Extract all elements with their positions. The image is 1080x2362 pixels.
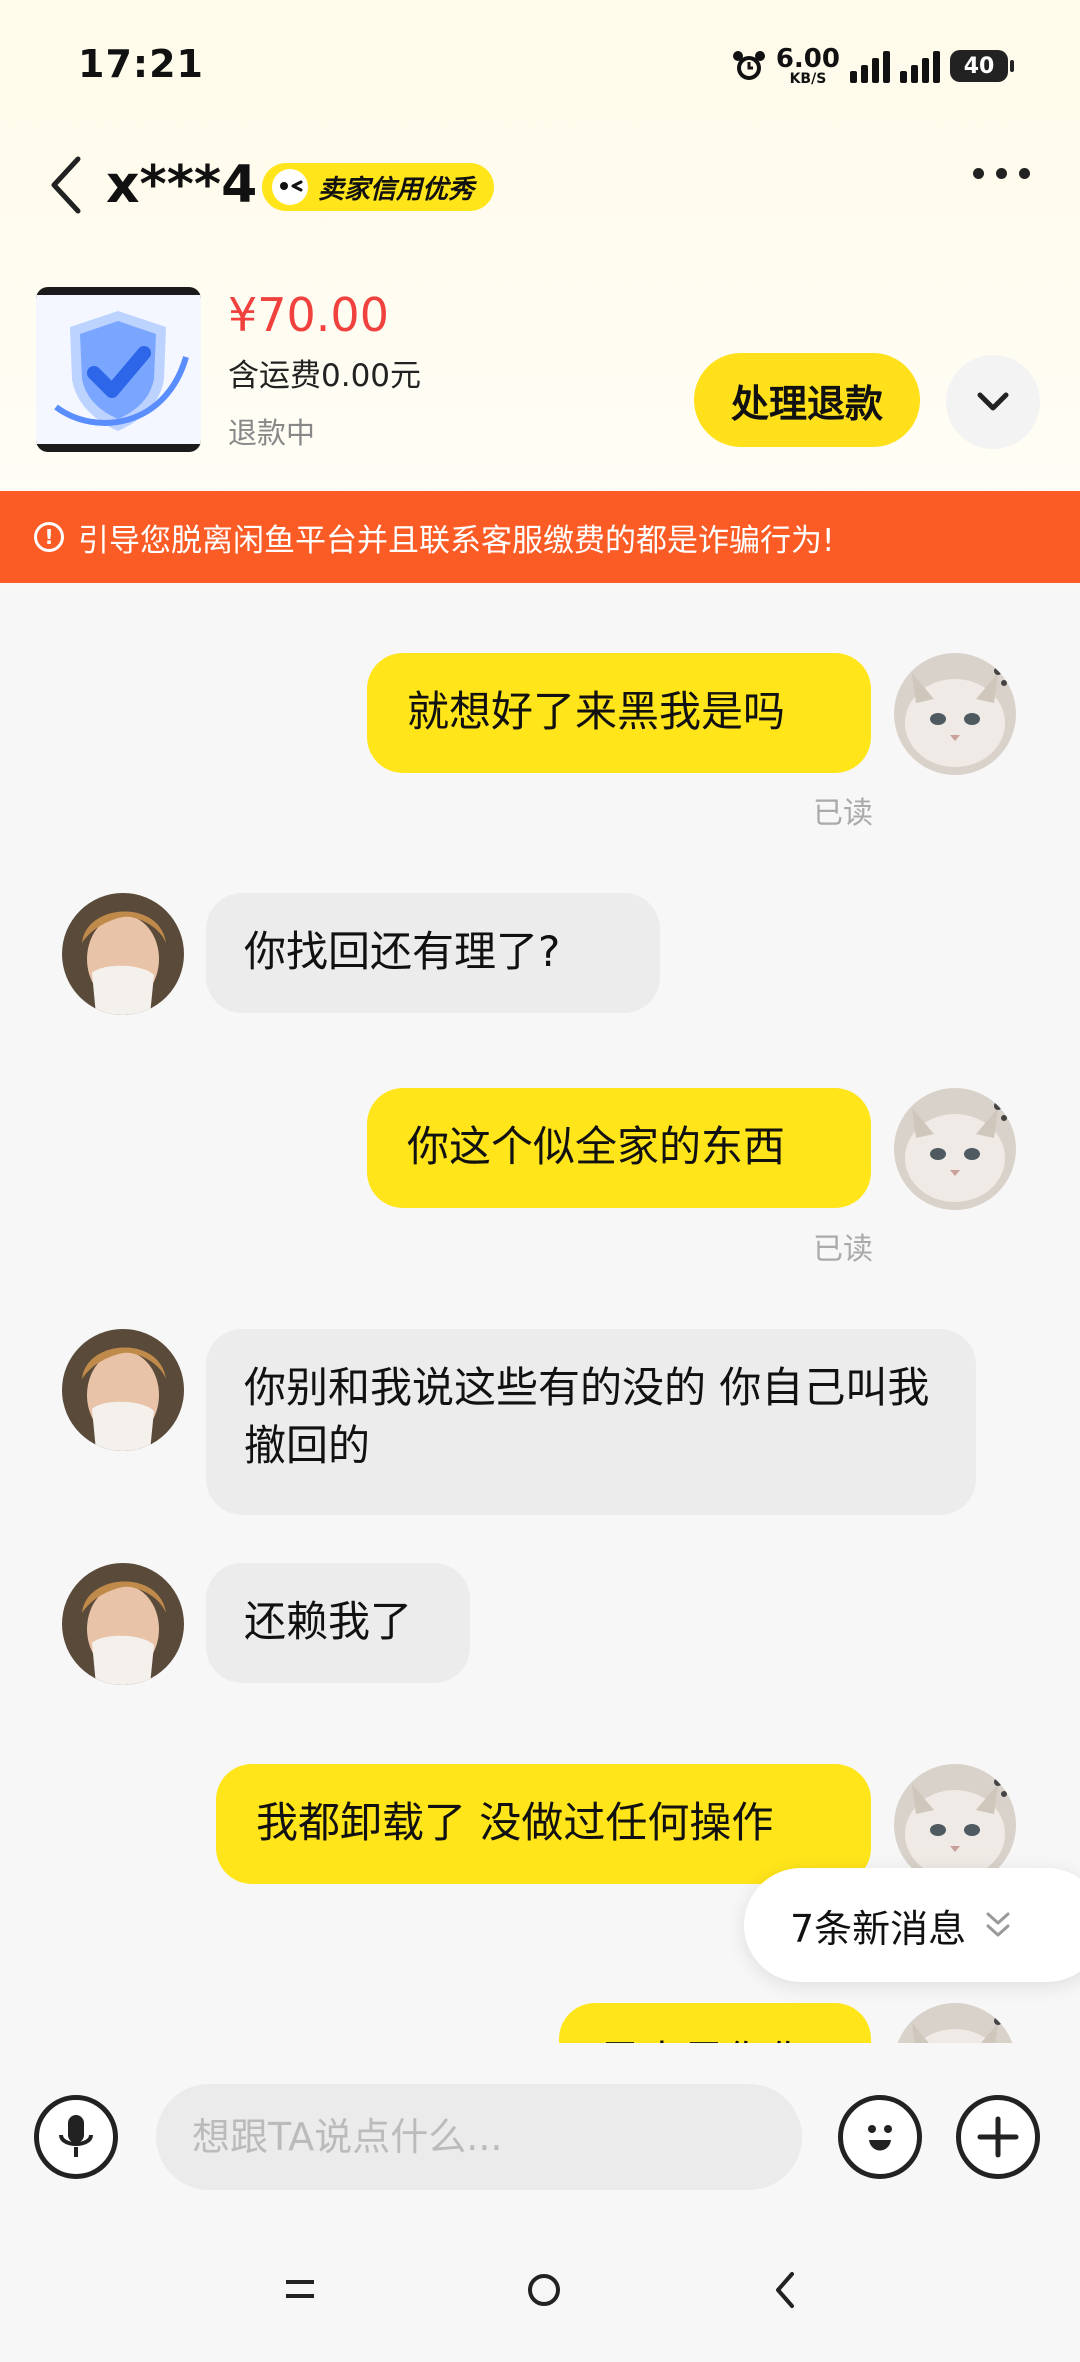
more-options-icon[interactable]	[973, 168, 1030, 179]
network-speed-unit: KB/S	[789, 71, 827, 87]
fraud-warning-text: 引导您脱离闲鱼平台并且联系客服缴费的都是诈骗行为!	[78, 522, 835, 559]
signal-icon-2	[900, 49, 940, 83]
message-bubble-sent[interactable]: 你这个似全家的东西	[367, 1088, 871, 1208]
my-avatar[interactable]	[894, 653, 1016, 775]
process-refund-button[interactable]: 处理退款	[694, 353, 920, 447]
new-messages-label: 7条新消息	[790, 1906, 967, 1951]
product-image[interactable]	[36, 287, 201, 452]
network-speed: 6.00 KB/S	[776, 46, 840, 86]
warning-icon: !	[34, 522, 64, 552]
fraud-warning-banner: ! 引导您脱离闲鱼平台并且联系客服缴费的都是诈骗行为!	[0, 491, 1080, 583]
chat-area[interactable]: 就想好了来黑我是吗 已读 你找回还有理了? 你这个似全家的东西 已读 你别和我说…	[0, 583, 1080, 2043]
my-avatar[interactable]	[894, 1088, 1016, 1210]
emoji-button[interactable]	[838, 2095, 922, 2179]
product-price: ¥70.00	[228, 288, 389, 342]
microphone-icon	[59, 2115, 93, 2157]
menu-nav-icon[interactable]	[284, 2274, 316, 2304]
system-nav-bar	[0, 2232, 1080, 2362]
message-bubble-received[interactable]: 还赖我了	[206, 1563, 470, 1683]
back-button[interactable]	[48, 150, 98, 220]
message-input[interactable]	[156, 2084, 802, 2190]
voice-button[interactable]	[34, 2095, 118, 2179]
expand-button[interactable]	[946, 355, 1040, 449]
network-speed-value: 6.00	[775, 44, 840, 74]
seller-avatar[interactable]	[62, 1563, 184, 1685]
battery-icon: 40	[950, 50, 1014, 82]
alarm-icon	[732, 51, 765, 80]
back-nav-icon[interactable]	[772, 2270, 798, 2310]
more-actions-button[interactable]	[956, 2095, 1040, 2179]
chevron-left-icon	[51, 156, 81, 214]
message-bubble-sent[interactable]: 是走是你你	[559, 2003, 871, 2043]
status-icons: 6.00 KB/S 40	[732, 42, 1014, 90]
read-receipt: 已读	[813, 1232, 873, 1267]
seller-avatar[interactable]	[62, 893, 184, 1015]
order-status: 退款中	[228, 416, 316, 450]
message-bubble-received[interactable]: 你别和我说这些有的没的 你自己叫我撤回的	[206, 1329, 976, 1515]
smiley-icon	[868, 2125, 892, 2151]
xianyu-mascot-icon	[272, 169, 308, 205]
credit-badge-label: 卖家信用优秀	[318, 174, 475, 205]
plus-icon	[977, 2116, 1019, 2158]
message-bubble-received[interactable]: 你找回还有理了?	[206, 893, 660, 1013]
new-messages-button[interactable]: 7条新消息	[744, 1868, 1080, 1982]
my-avatar[interactable]	[894, 2003, 1016, 2043]
status-time: 17:21	[78, 42, 204, 86]
shield-check-icon	[36, 295, 201, 444]
shipping-fee: 含运费0.00元	[228, 358, 422, 394]
credit-badge[interactable]: 卖家信用优秀	[262, 163, 495, 211]
read-receipt: 已读	[813, 796, 873, 831]
message-bubble-sent[interactable]: 我都卸载了 没做过任何操作	[216, 1764, 871, 1884]
double-chevron-down-icon	[986, 1912, 1010, 1937]
signal-icon	[850, 49, 890, 83]
message-bubble-sent[interactable]: 就想好了来黑我是吗	[367, 653, 871, 773]
chevron-down-icon	[977, 392, 1009, 411]
seller-avatar[interactable]	[62, 1329, 184, 1451]
seller-name[interactable]: x***4	[106, 150, 257, 220]
home-nav-icon[interactable]	[526, 2272, 562, 2308]
